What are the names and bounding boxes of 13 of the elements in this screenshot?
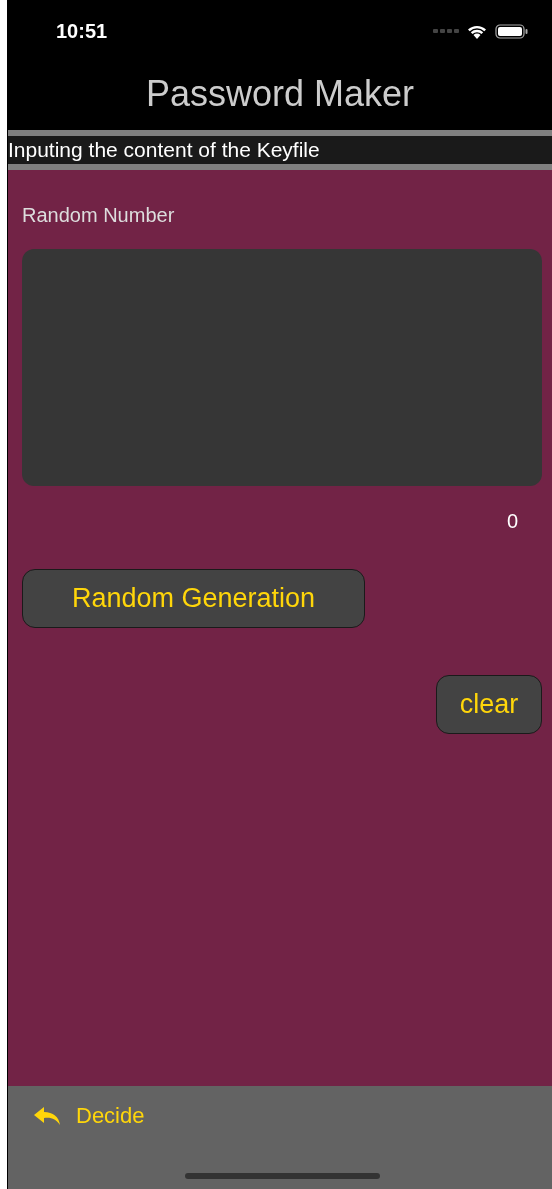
reply-arrow-icon bbox=[33, 1106, 61, 1126]
decide-button[interactable]: Decide bbox=[33, 1103, 145, 1129]
wifi-icon bbox=[467, 23, 487, 39]
nav-title: Password Maker bbox=[145, 73, 415, 115]
status-time: 10:51 bbox=[56, 19, 108, 43]
subtitle-text: Inputing the content of the Keyfile bbox=[8, 138, 320, 162]
random-generation-button[interactable]: Random Generation bbox=[22, 569, 365, 628]
clear-button[interactable]: clear bbox=[436, 675, 542, 734]
field-label: Random Number bbox=[22, 204, 175, 227]
random-number-field[interactable] bbox=[22, 249, 542, 486]
character-count: 0 bbox=[506, 510, 518, 533]
battery-icon bbox=[495, 23, 528, 39]
signal-icon bbox=[433, 28, 459, 34]
